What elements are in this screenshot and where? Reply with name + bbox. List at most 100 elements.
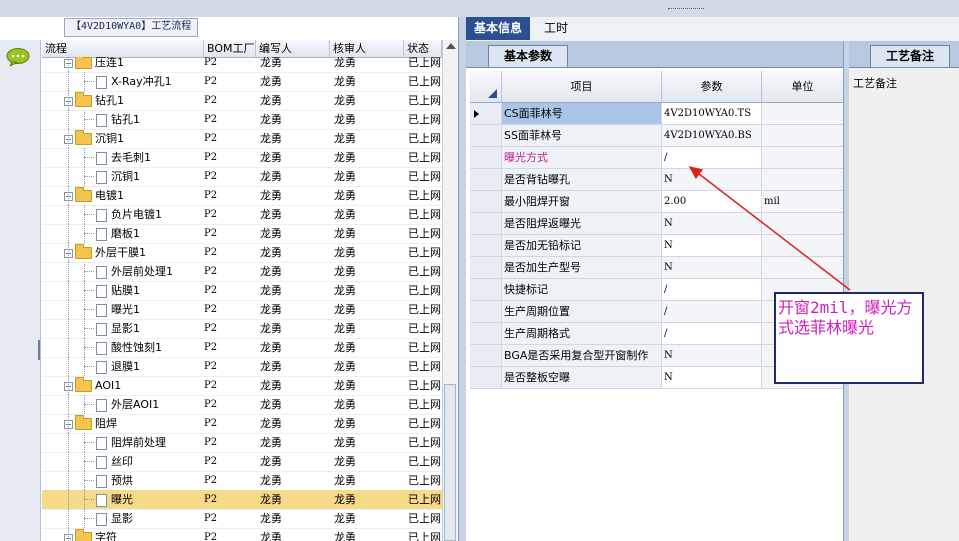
tree-node-cell[interactable]: 钻孔1	[96, 110, 204, 129]
tree-row[interactable]: 显影 P2 龙勇 龙勇 已上网	[42, 509, 442, 529]
tree-node-cell[interactable]: − 压连1	[64, 57, 204, 72]
tab-process-notes[interactable]: 工艺备注	[870, 45, 950, 67]
param-unit-cell[interactable]	[762, 125, 844, 147]
param-row[interactable]: 最小阻焊开窗 2.00 mil	[470, 191, 844, 213]
tree-row[interactable]: 外层前处理1 P2 龙勇 龙勇 已上网	[42, 262, 442, 282]
param-value-cell[interactable]: /	[662, 279, 762, 301]
param-row[interactable]: 是否阻焊返曝光 N	[470, 213, 844, 235]
row-indicator[interactable]	[470, 345, 502, 367]
tree-row[interactable]: 钻孔1 P2 龙勇 龙勇 已上网	[42, 110, 442, 130]
tree-node-cell[interactable]: − AOI1	[64, 376, 204, 395]
tree-node-cell[interactable]: − 电镀1	[64, 186, 204, 205]
tree-row[interactable]: − AOI1 P2 龙勇 龙勇 已上网	[42, 376, 442, 396]
row-indicator[interactable]	[470, 367, 502, 389]
param-value-cell[interactable]: /	[662, 301, 762, 323]
column-header-reviewer[interactable]: 核审人	[330, 40, 404, 57]
tree-row[interactable]: 预烘 P2 龙勇 龙勇 已上网	[42, 471, 442, 491]
param-row[interactable]: SS面菲林号 4V2D10WYA0.BS	[470, 125, 844, 147]
row-indicator[interactable]	[470, 191, 502, 213]
tree-row[interactable]: − 阻焊 P2 龙勇 龙勇 已上网	[42, 414, 442, 434]
tree-row[interactable]: 沉铜1 P2 龙勇 龙勇 已上网	[42, 167, 442, 187]
param-unit-cell[interactable]: mil	[762, 191, 844, 213]
param-row[interactable]: 曝光方式 /	[470, 147, 844, 169]
tree-row[interactable]: 丝印 P2 龙勇 龙勇 已上网	[42, 452, 442, 472]
param-value-cell[interactable]: N	[662, 367, 762, 389]
row-indicator[interactable]	[470, 323, 502, 345]
param-value-cell[interactable]: N	[662, 213, 762, 235]
tree-row[interactable]: 曝光 P2 龙勇 龙勇 已上网	[42, 490, 442, 510]
tree-row[interactable]: − 字符 P2 龙勇 龙勇 已上网	[42, 528, 442, 541]
tree-row[interactable]: 显影1 P2 龙勇 龙勇 已上网	[42, 319, 442, 339]
tree-node-cell[interactable]: 丝印	[96, 452, 204, 471]
tree-node-cell[interactable]: 酸性蚀刻1	[96, 338, 204, 357]
tree-node-cell[interactable]: 显影	[96, 509, 204, 528]
param-value-cell[interactable]: N	[662, 257, 762, 279]
param-value-cell[interactable]: N	[662, 235, 762, 257]
tree-row[interactable]: − 电镀1 P2 龙勇 龙勇 已上网	[42, 186, 442, 206]
tab-work-hours[interactable]: 工时	[536, 17, 576, 40]
tree-node-cell[interactable]: − 钻孔1	[64, 91, 204, 110]
param-value-cell[interactable]: /	[662, 147, 762, 169]
tree-row[interactable]: 磨板1 P2 龙勇 龙勇 已上网	[42, 224, 442, 244]
tree-row[interactable]: 酸性蚀刻1 P2 龙勇 龙勇 已上网	[42, 338, 442, 358]
tree-node-cell[interactable]: 显影1	[96, 319, 204, 338]
tree-node-cell[interactable]: 外层AOI1	[96, 395, 204, 414]
column-header-unit[interactable]: 单位	[762, 71, 844, 103]
tree-node-cell[interactable]: 阻焊前处理	[96, 433, 204, 452]
param-row[interactable]: CS面菲林号 4V2D10WYA0.TS	[470, 103, 844, 125]
column-header-bom[interactable]: BOM工厂	[204, 40, 256, 57]
column-header-author[interactable]: 编写人	[256, 40, 330, 57]
tree-node-cell[interactable]: − 外层干膜1	[64, 243, 204, 262]
row-indicator[interactable]	[470, 213, 502, 235]
param-value-cell[interactable]: N	[662, 169, 762, 191]
tree-row[interactable]: − 压连1 P2 龙勇 龙勇 已上网	[42, 57, 442, 73]
param-value-cell[interactable]: 4V2D10WYA0.TS	[662, 103, 762, 125]
row-indicator[interactable]	[470, 235, 502, 257]
tree-row[interactable]: 外层AOI1 P2 龙勇 龙勇 已上网	[42, 395, 442, 415]
tree-node-cell[interactable]: 预烘	[96, 471, 204, 490]
tree-row[interactable]: 负片电镀1 P2 龙勇 龙勇 已上网	[42, 205, 442, 225]
param-value-cell[interactable]: N	[662, 345, 762, 367]
tree-row[interactable]: 去毛刺1 P2 龙勇 龙勇 已上网	[42, 148, 442, 168]
scroll-up-arrow-icon[interactable]	[446, 43, 456, 49]
column-header-process[interactable]: 流程	[42, 40, 204, 57]
row-indicator[interactable]	[470, 257, 502, 279]
tree-row[interactable]: X-Ray冲孔1 P2 龙勇 龙勇 已上网	[42, 72, 442, 92]
tree-row[interactable]: 曝光1 P2 龙勇 龙勇 已上网	[42, 300, 442, 320]
tree-row[interactable]: 退膜1 P2 龙勇 龙勇 已上网	[42, 357, 442, 377]
tree-node-cell[interactable]: 曝光1	[96, 300, 204, 319]
scrollbar-thumb[interactable]	[444, 384, 456, 541]
tree-row[interactable]: − 沉铜1 P2 龙勇 龙勇 已上网	[42, 129, 442, 149]
param-value-cell[interactable]: 2.00	[662, 191, 762, 213]
tree-node-cell[interactable]: 沉铜1	[96, 167, 204, 186]
tree-node-cell[interactable]: 磨板1	[96, 224, 204, 243]
tab-basic-params[interactable]: 基本参数	[488, 45, 568, 67]
row-indicator[interactable]	[470, 279, 502, 301]
param-value-cell[interactable]: /	[662, 323, 762, 345]
splitter-grip[interactable]	[668, 8, 704, 13]
tree-node-cell[interactable]: − 阻焊	[64, 414, 204, 433]
tree-row[interactable]: − 钻孔1 P2 龙勇 龙勇 已上网	[42, 91, 442, 111]
param-value-cell[interactable]: 4V2D10WYA0.BS	[662, 125, 762, 147]
column-header-value[interactable]: 参数	[662, 71, 762, 103]
tree-node-cell[interactable]: − 字符	[64, 528, 204, 541]
column-header-status[interactable]: 状态	[404, 40, 442, 57]
chat-bubble-icon[interactable]	[6, 48, 30, 66]
tree-row[interactable]: − 外层干膜1 P2 龙勇 龙勇 已上网	[42, 243, 442, 263]
tree-row[interactable]: 阻焊前处理 P2 龙勇 龙勇 已上网	[42, 433, 442, 453]
process-title-tab[interactable]: 【4V2D10WYA0】工艺流程	[64, 18, 199, 37]
row-indicator[interactable]	[470, 169, 502, 191]
tree-row[interactable]: 贴膜1 P2 龙勇 龙勇 已上网	[42, 281, 442, 301]
param-unit-cell[interactable]	[762, 169, 844, 191]
param-row[interactable]: 是否加无铅标记 N	[470, 235, 844, 257]
sidebar-collapse-grip[interactable]	[38, 340, 40, 360]
param-row[interactable]: 是否加生产型号 N	[470, 257, 844, 279]
tree-node-cell[interactable]: 曝光	[96, 490, 204, 509]
tab-basic-info[interactable]: 基本信息	[466, 17, 531, 40]
tree-node-cell[interactable]: 负片电镀1	[96, 205, 204, 224]
param-unit-cell[interactable]	[762, 257, 844, 279]
tree-node-cell[interactable]: 退膜1	[96, 357, 204, 376]
tree-node-cell[interactable]: 贴膜1	[96, 281, 204, 300]
param-unit-cell[interactable]	[762, 235, 844, 257]
vertical-splitter[interactable]	[458, 17, 466, 541]
